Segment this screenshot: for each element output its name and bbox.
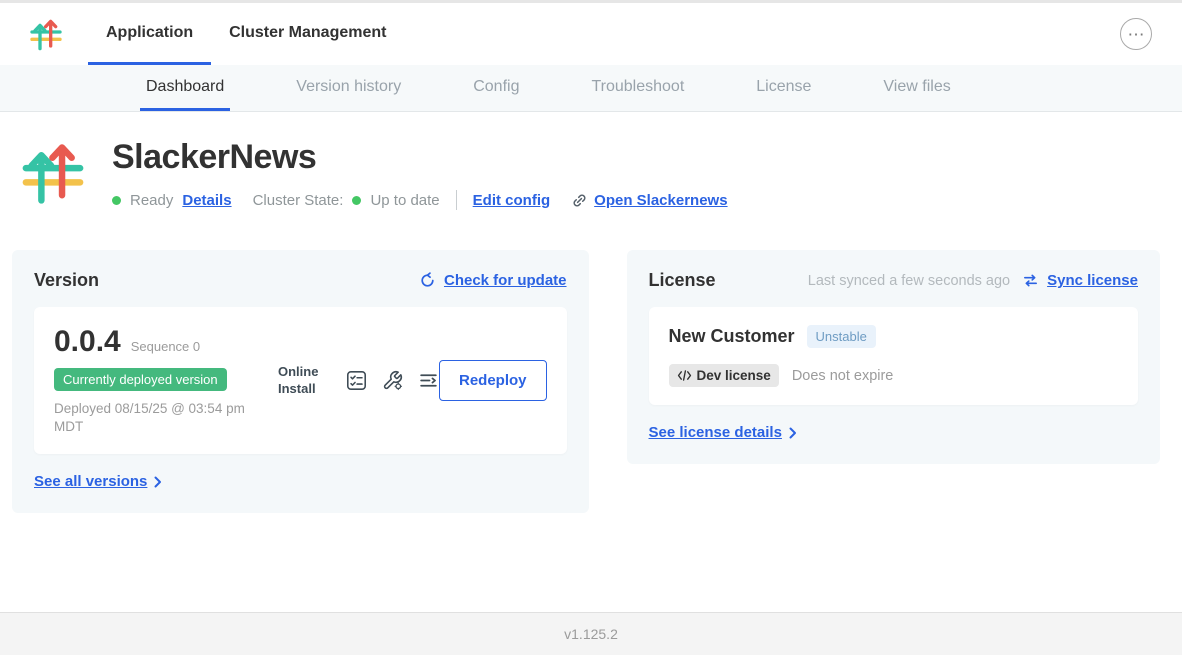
app-subnav: Dashboard Version history Config Trouble… bbox=[0, 65, 1182, 112]
cluster-state-label: Cluster State: bbox=[253, 192, 344, 209]
sync-license-area: Last synced a few seconds ago Sync licen… bbox=[808, 272, 1138, 289]
config-tools-button[interactable] bbox=[382, 370, 403, 391]
code-icon bbox=[677, 370, 692, 381]
license-details-panel: New Customer Unstable bbox=[649, 307, 1138, 405]
top-tabs: Application Cluster Management bbox=[88, 3, 404, 65]
status-divider bbox=[456, 190, 457, 210]
see-all-versions-label: See all versions bbox=[34, 473, 147, 490]
tab-cluster-management[interactable]: Cluster Management bbox=[211, 3, 404, 65]
tab-cluster-management-label: Cluster Management bbox=[229, 24, 386, 42]
external-link-icon bbox=[571, 192, 588, 209]
app-status-dot bbox=[112, 196, 121, 205]
release-notes-button[interactable] bbox=[346, 370, 367, 391]
app-logo-icon bbox=[30, 16, 62, 52]
app-status-label: Ready bbox=[130, 192, 173, 209]
subnav-item-config[interactable]: Config bbox=[467, 65, 525, 111]
sync-arrows-icon bbox=[1022, 272, 1039, 289]
version-sequence: Sequence 0 bbox=[131, 339, 200, 354]
ellipsis-icon: ⋯ bbox=[1128, 26, 1145, 43]
license-type-badge: Dev license bbox=[669, 364, 779, 387]
page-title: SlackerNews bbox=[112, 138, 728, 177]
version-card: Version Check for update bbox=[12, 250, 589, 513]
subnav-config-label: Config bbox=[473, 78, 519, 96]
logs-icon bbox=[418, 370, 439, 391]
license-card-header: License Last synced a few seconds ago Sy… bbox=[649, 270, 1138, 291]
admin-console-page: Application Cluster Management ⋯ Dashboa… bbox=[0, 0, 1182, 655]
deployed-timestamp: Deployed 08/15/25 @ 03:54 pm MDT bbox=[54, 400, 259, 436]
deploy-logs-button[interactable] bbox=[418, 370, 439, 391]
redeploy-button[interactable]: Redeploy bbox=[439, 360, 547, 401]
check-update-area: Check for update bbox=[419, 272, 567, 289]
subnav-item-troubleshoot[interactable]: Troubleshoot bbox=[585, 65, 690, 111]
license-meta-row: Dev license Does not expire bbox=[669, 364, 1118, 387]
top-nav-bar: Application Cluster Management ⋯ bbox=[0, 3, 1182, 65]
cluster-state-dot bbox=[352, 196, 361, 205]
refresh-icon bbox=[419, 272, 436, 289]
open-app-link[interactable]: Open Slackernews bbox=[571, 192, 727, 209]
check-for-update-link[interactable]: Check for update bbox=[444, 272, 567, 289]
wrench-gear-icon bbox=[382, 370, 403, 391]
more-menu-button[interactable]: ⋯ bbox=[1120, 18, 1152, 50]
console-version: v1.125.2 bbox=[564, 626, 618, 642]
license-card-title: License bbox=[649, 270, 716, 291]
subnav-item-version-history[interactable]: Version history bbox=[290, 65, 407, 111]
chevron-right-icon bbox=[789, 427, 797, 439]
dashboard-cards: Version Check for update bbox=[12, 250, 1160, 513]
checklist-icon bbox=[346, 370, 367, 391]
tab-application[interactable]: Application bbox=[88, 3, 211, 65]
sync-license-link[interactable]: Sync license bbox=[1047, 272, 1138, 289]
see-all-versions-link[interactable]: See all versions bbox=[34, 473, 162, 490]
version-number: 0.0.4 bbox=[54, 325, 121, 359]
version-action-icons bbox=[346, 370, 439, 391]
subnav-troubleshoot-label: Troubleshoot bbox=[591, 78, 684, 96]
edit-config-link[interactable]: Edit config bbox=[473, 192, 551, 209]
subnav-item-license[interactable]: License bbox=[750, 65, 817, 111]
subnav-version-history-label: Version history bbox=[296, 78, 401, 96]
last-synced-text: Last synced a few seconds ago bbox=[808, 273, 1010, 289]
see-license-details-label: See license details bbox=[649, 424, 782, 441]
subnav-view-files-label: View files bbox=[883, 78, 950, 96]
subnav-item-view-files[interactable]: View files bbox=[877, 65, 956, 111]
license-expiration: Does not expire bbox=[792, 368, 894, 384]
subnav-license-label: License bbox=[756, 78, 811, 96]
see-license-details-link[interactable]: See license details bbox=[649, 424, 797, 441]
chevron-right-icon bbox=[154, 476, 162, 488]
tab-application-label: Application bbox=[106, 24, 193, 42]
open-app-link-label: Open Slackernews bbox=[594, 192, 727, 209]
subnav-dashboard-label: Dashboard bbox=[146, 78, 224, 96]
current-version-info: 0.0.4 Sequence 0 Currently deployed vers… bbox=[54, 325, 272, 436]
customer-name-row: New Customer Unstable bbox=[669, 325, 1118, 348]
version-number-row: 0.0.4 Sequence 0 bbox=[54, 325, 272, 359]
license-type-label: Dev license bbox=[697, 368, 771, 383]
current-version-panel: 0.0.4 Sequence 0 Currently deployed vers… bbox=[34, 307, 567, 454]
install-type-label: Online Install bbox=[278, 364, 330, 398]
console-footer: v1.125.2 bbox=[0, 612, 1182, 655]
app-header: SlackerNews Ready Details Cluster State:… bbox=[12, 138, 1160, 210]
version-card-header: Version Check for update bbox=[34, 270, 567, 291]
deployed-status-badge: Currently deployed version bbox=[54, 368, 227, 391]
dashboard-main: SlackerNews Ready Details Cluster State:… bbox=[0, 112, 1182, 513]
app-header-text: SlackerNews Ready Details Cluster State:… bbox=[112, 138, 728, 210]
subnav-item-dashboard[interactable]: Dashboard bbox=[140, 65, 230, 111]
app-icon bbox=[22, 138, 84, 206]
status-details-link[interactable]: Details bbox=[182, 192, 231, 209]
cluster-state-value: Up to date bbox=[370, 192, 439, 209]
channel-badge: Unstable bbox=[807, 325, 876, 348]
version-card-title: Version bbox=[34, 270, 99, 291]
license-card: License Last synced a few seconds ago Sy… bbox=[627, 250, 1160, 464]
app-status-row: Ready Details Cluster State: Up to date … bbox=[112, 190, 728, 210]
customer-name: New Customer bbox=[669, 326, 795, 347]
